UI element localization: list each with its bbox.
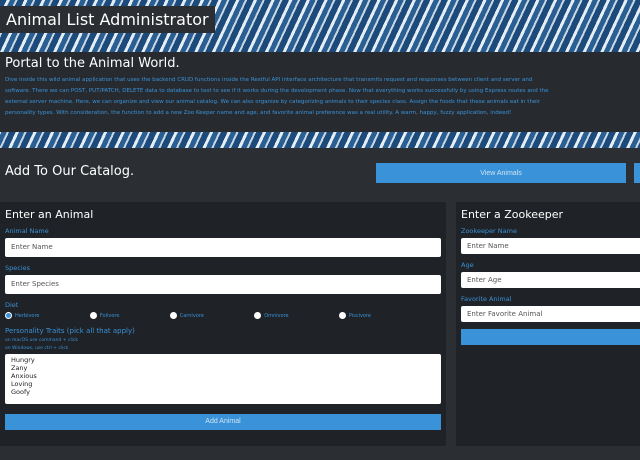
favorite-animal-input[interactable]: Enter Favorite Animal — [461, 306, 640, 322]
trait-option[interactable]: Anxious — [11, 372, 435, 380]
diet-radio-group: Herbivore Folivore Carnivore Omnivore Pi… — [5, 312, 441, 319]
intro-line: personality types. With consideration, t… — [5, 110, 512, 116]
zookeeper-name-label: Zookeeper Name — [461, 227, 517, 235]
intro-heading: Portal to the Animal World. — [5, 56, 180, 71]
diet-radio-folivore[interactable]: Folivore — [89, 312, 119, 319]
trait-option[interactable]: Loving — [11, 380, 435, 388]
intro-section: Portal to the Animal World. Dive inside … — [0, 52, 640, 132]
view-animals-button[interactable]: View Animals — [376, 163, 626, 183]
add-zookeeper-button[interactable] — [461, 329, 640, 345]
trait-option[interactable]: Goofy — [11, 388, 435, 396]
diet-radio-omnivore[interactable]: Omnivore — [254, 312, 289, 319]
diet-radio-herbivore[interactable]: Herbivore — [5, 312, 40, 319]
windows-note: on Windows, use ctrl + click — [5, 346, 69, 351]
animal-form: Enter an Animal Animal Name Enter Name S… — [0, 202, 446, 446]
mac-note: on macOS use command + click — [5, 338, 79, 343]
age-input[interactable]: Enter Age — [461, 272, 640, 288]
animal-name-label: Animal Name — [5, 227, 49, 235]
view-zookeepers-button[interactable] — [634, 163, 640, 183]
traits-select[interactable]: Hungry Zany Anxious Loving Goofy — [5, 354, 441, 404]
species-label: Species — [5, 264, 31, 272]
traits-label: Personality Traits (pick all that apply) — [5, 327, 135, 335]
diet-radio-piscivore[interactable]: Piscivore — [338, 312, 371, 319]
catalog-bar: Add To Our Catalog. View Animals — [0, 150, 640, 196]
zookeeper-form-heading: Enter a Zookeeper — [461, 208, 564, 221]
intro-line: external server machine. Here, we can or… — [5, 99, 541, 105]
app-title: Animal List Administrator — [0, 6, 215, 33]
diet-radio-carnivore[interactable]: Carnivore — [169, 312, 204, 319]
add-animal-button[interactable]: Add Animal — [5, 413, 441, 430]
intro-line: software. There we can POST, PUT/PATCH, … — [5, 88, 549, 94]
animal-name-input[interactable]: Enter Name — [5, 238, 441, 257]
animal-form-heading: Enter an Animal — [5, 208, 94, 221]
catalog-heading: Add To Our Catalog. — [5, 164, 135, 179]
zookeeper-name-input[interactable]: Enter Name — [461, 238, 640, 254]
species-input[interactable]: Enter Species — [5, 275, 441, 294]
diet-label: Diet — [5, 301, 19, 309]
age-label: Age — [461, 261, 474, 269]
favorite-animal-label: Favorite Animal — [461, 295, 512, 303]
trait-option[interactable]: Zany — [11, 364, 435, 372]
intro-line: Dive inside this wild animal application… — [5, 77, 533, 83]
zookeeper-form: Enter a Zookeeper Zookeeper Name Enter N… — [456, 202, 640, 446]
trait-option[interactable]: Hungry — [11, 356, 435, 364]
